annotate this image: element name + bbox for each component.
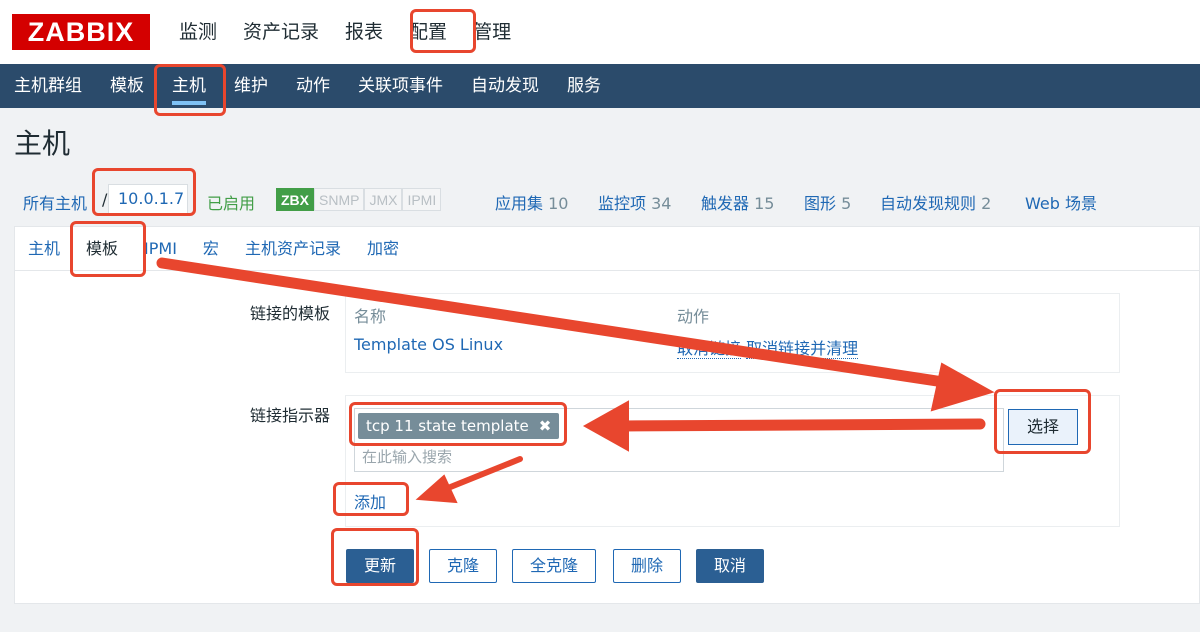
items-label: 监控项 [598, 194, 647, 213]
items-count: 34 [651, 194, 672, 213]
host-status[interactable]: 已启用 [207, 190, 255, 214]
menu-inventory[interactable]: 资产记录 [230, 0, 332, 64]
search-placeholder[interactable]: 在此输入搜索 [362, 446, 452, 467]
breadcrumb-separator: / [102, 190, 108, 209]
discovery-rules-label: 自动发现规则 [880, 194, 977, 213]
submenu-host-groups[interactable]: 主机群组 [0, 64, 96, 108]
tab-macros[interactable]: 宏 [190, 227, 232, 270]
tab-host[interactable]: 主机 [15, 227, 73, 270]
cancel-button[interactable]: 取消 [696, 549, 764, 583]
all-hosts-link[interactable]: 所有主机 [23, 190, 87, 214]
menu-monitoring[interactable]: 监测 [166, 0, 230, 64]
discovery-rules-link[interactable]: 自动发现规则 2 [880, 190, 991, 214]
triggers-label: 触发器 [701, 194, 750, 213]
unlink-clear-link[interactable]: 取消链接并清理 [746, 339, 859, 359]
submenu-hosts[interactable]: 主机 [158, 64, 220, 108]
host-name-link[interactable]: 10.0.1.7 [108, 184, 188, 214]
select-button[interactable]: 选择 [1008, 409, 1078, 445]
chip-label: tcp 11 state template [366, 417, 529, 435]
submenu-maintenance[interactable]: 维护 [220, 64, 282, 108]
applications-count: 10 [548, 194, 569, 213]
submenu-event-correlation[interactable]: 关联项事件 [344, 64, 457, 108]
web-scenarios-link[interactable]: Web 场景 [1025, 190, 1097, 214]
applications-link[interactable]: 应用集 10 [495, 190, 568, 214]
page-title: 主机 [14, 127, 71, 160]
submenu-services[interactable]: 服务 [553, 64, 615, 108]
linked-template-name[interactable]: Template OS Linux [354, 335, 503, 354]
snmp-badge: SNMP [314, 188, 365, 211]
add-link[interactable]: 添加 [354, 489, 387, 514]
graphs-count: 5 [841, 194, 852, 213]
items-link[interactable]: 监控项 34 [598, 190, 671, 214]
zabbix-logo[interactable]: ZABBIX [12, 14, 150, 50]
graphs-link[interactable]: 图形 5 [804, 190, 851, 214]
main-menu: 监测 资产记录 报表 配置 管理 [166, 0, 524, 64]
menu-administration[interactable]: 管理 [460, 0, 524, 64]
clone-button[interactable]: 克隆 [429, 549, 497, 583]
col-name-header: 名称 [354, 307, 387, 326]
submenu-actions[interactable]: 动作 [282, 64, 344, 108]
submenu-discovery[interactable]: 自动发现 [457, 64, 553, 108]
top-header: ZABBIX 监测 资产记录 报表 配置 管理 [0, 0, 1200, 64]
tab-encryption[interactable]: 加密 [354, 227, 412, 270]
sub-menu: 主机群组 模板 主机 维护 动作 关联项事件 自动发现 服务 [0, 64, 1200, 108]
linked-templates-table [345, 293, 1120, 373]
web-scenarios-label: Web 场景 [1025, 194, 1097, 213]
tab-templates[interactable]: 模板 [73, 227, 132, 270]
update-button[interactable]: 更新 [346, 549, 414, 583]
template-actions: 取消链接 取消链接并清理 [677, 335, 859, 359]
triggers-count: 15 [754, 194, 775, 213]
full-clone-button[interactable]: 全克隆 [512, 549, 596, 583]
menu-configuration[interactable]: 配置 [396, 0, 460, 64]
tab-inventory[interactable]: 主机资产记录 [232, 227, 354, 270]
form-tabs: 主机 模板 IPMI 宏 主机资产记录 加密 [15, 227, 1200, 271]
graphs-label: 图形 [804, 194, 837, 213]
tab-ipmi[interactable]: IPMI [131, 227, 190, 270]
triggers-link[interactable]: 触发器 15 [701, 190, 774, 214]
col-action-header: 动作 [677, 307, 710, 326]
submenu-templates[interactable]: 模板 [96, 64, 158, 108]
remove-chip-icon[interactable]: ✖ [539, 417, 552, 435]
discovery-rules-count: 2 [981, 194, 992, 213]
availability-badges: ZBX SNMP JMX IPMI [276, 188, 442, 211]
ipmi-badge: IPMI [402, 188, 442, 211]
jmx-badge: JMX [364, 188, 403, 211]
zbx-badge: ZBX [276, 188, 314, 211]
applications-label: 应用集 [495, 194, 544, 213]
link-indicator-label: 链接指示器 [249, 406, 330, 425]
unlink-link[interactable]: 取消链接 [677, 339, 742, 359]
delete-button[interactable]: 删除 [613, 549, 681, 583]
linked-templates-label: 链接的模板 [249, 304, 330, 323]
menu-reports[interactable]: 报表 [332, 0, 396, 64]
selected-template-chip: tcp 11 state template ✖ [358, 413, 560, 439]
